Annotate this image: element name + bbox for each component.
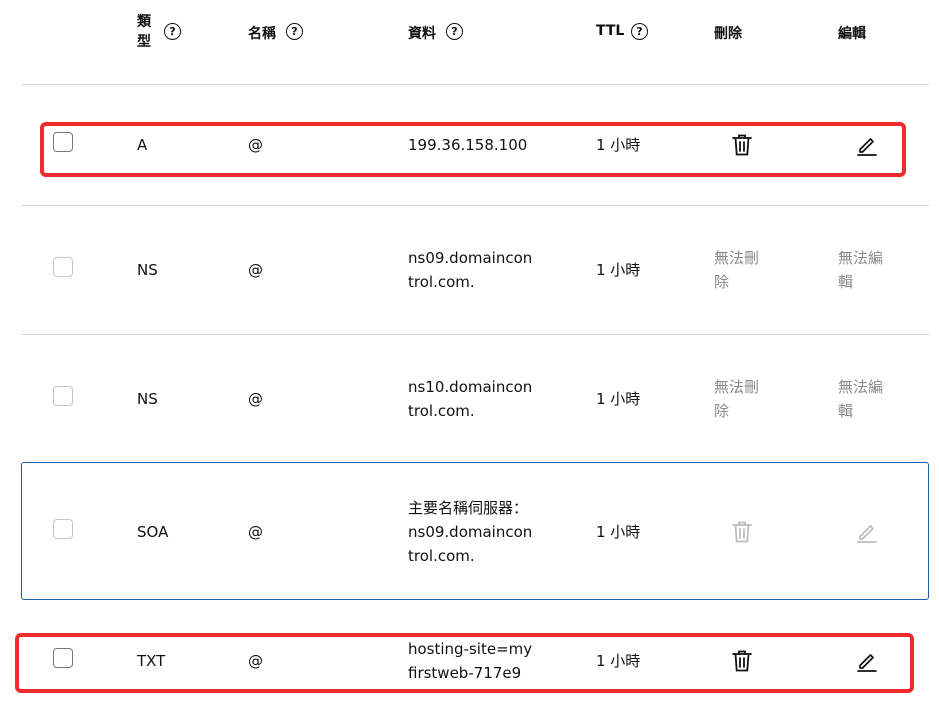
row-divider bbox=[21, 205, 929, 206]
record-ttl: 1 小時 bbox=[596, 261, 641, 279]
row-checkbox[interactable] bbox=[53, 257, 73, 277]
cannot-edit-label: 無法編輯 bbox=[838, 378, 884, 420]
header-edit: 編輯 bbox=[838, 26, 866, 42]
cannot-delete-label: 無法刪除 bbox=[714, 249, 760, 291]
record-data: ns10.domaincontrol.com. bbox=[408, 378, 533, 420]
header-delete: 刪除 bbox=[714, 26, 742, 42]
ttl-help-icon[interactable]: ? bbox=[631, 23, 648, 40]
header-name: 名稱 bbox=[248, 26, 276, 42]
record-data: 主要名稱伺服器：ns09.domaincontrol.com. bbox=[408, 499, 533, 565]
record-name: @ bbox=[248, 261, 263, 279]
type-help-icon[interactable]: ? bbox=[164, 23, 181, 40]
row-checkbox[interactable] bbox=[53, 519, 73, 539]
record-ttl: 1 小時 bbox=[596, 390, 641, 408]
pencil-icon bbox=[856, 521, 878, 543]
highlight-box bbox=[40, 122, 906, 177]
record-type: NS bbox=[137, 261, 158, 279]
record-name: @ bbox=[248, 523, 263, 541]
header-ttl: TTL bbox=[596, 23, 625, 39]
header-type: 類型 bbox=[137, 14, 151, 50]
cannot-edit-label: 無法編輯 bbox=[838, 249, 884, 291]
row-checkbox[interactable] bbox=[53, 386, 73, 406]
row-divider bbox=[21, 334, 929, 335]
record-type: NS bbox=[137, 390, 158, 408]
record-type: SOA bbox=[137, 523, 169, 541]
cannot-delete-label: 無法刪除 bbox=[714, 378, 760, 420]
header-data: 資料 bbox=[408, 26, 436, 42]
trash-icon bbox=[731, 520, 753, 544]
data-help-icon[interactable]: ? bbox=[446, 23, 463, 40]
record-data: ns09.domaincontrol.com. bbox=[408, 249, 533, 291]
highlight-box bbox=[15, 633, 914, 693]
record-name: @ bbox=[248, 390, 263, 408]
name-help-icon[interactable]: ? bbox=[286, 23, 303, 40]
header-divider bbox=[21, 84, 929, 85]
record-ttl: 1 小時 bbox=[596, 523, 641, 541]
